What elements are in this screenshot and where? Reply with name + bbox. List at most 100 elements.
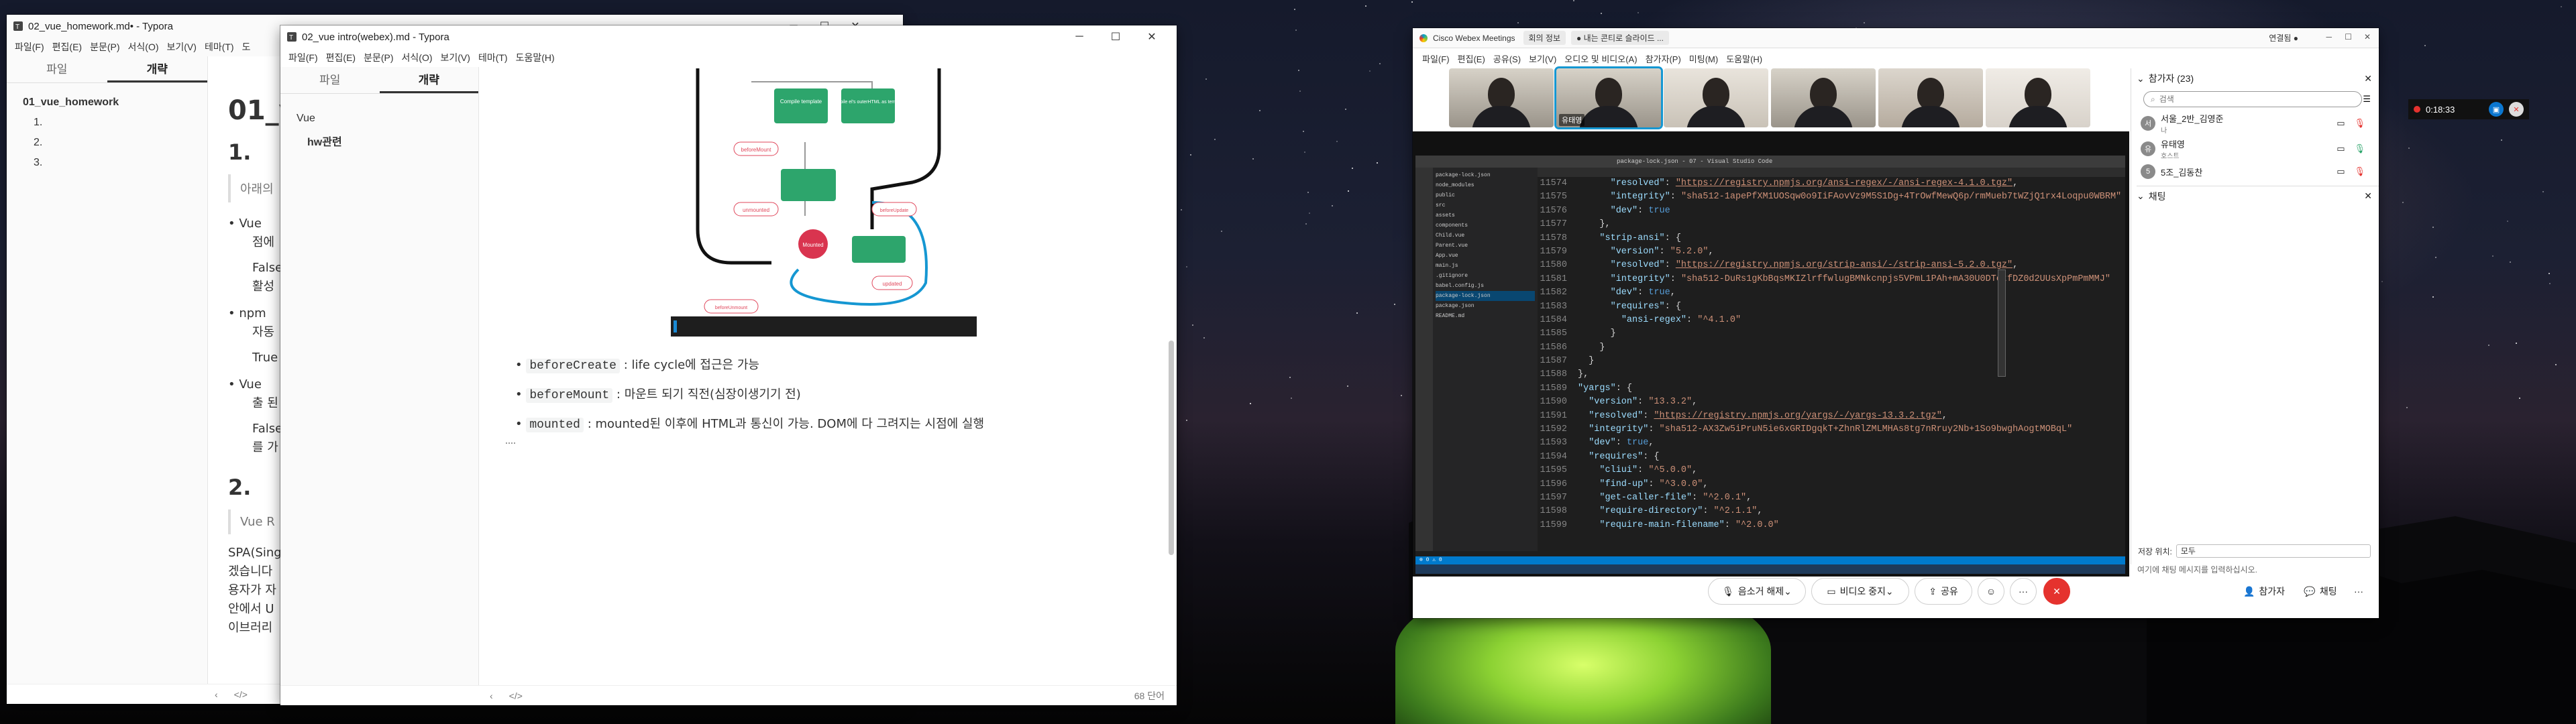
- explorer-item[interactable]: public: [1436, 190, 1535, 200]
- menu-view[interactable]: 보기(V): [163, 40, 201, 54]
- end-call-icon[interactable]: ✕: [2043, 578, 2070, 605]
- explorer-item[interactable]: package-lock.json: [1436, 291, 1535, 301]
- menu-paragraph[interactable]: 분문(P): [360, 51, 397, 64]
- minimize-icon[interactable]: ─: [2326, 32, 2332, 42]
- code-line[interactable]: 11598 "require-directory": "^2.1.1",: [1538, 506, 2125, 520]
- participant-row[interactable]: 5 5조_김동찬 ▭ 🎙: [2141, 162, 2365, 181]
- code-line[interactable]: 11591 "resolved": "https://registry.npmj…: [1538, 411, 2125, 424]
- code-line[interactable]: 11579 "version": "5.2.0",: [1538, 247, 2125, 260]
- code-line[interactable]: 11594 "requires": {: [1538, 452, 2125, 465]
- stop-video-button[interactable]: ▭ 비디오 중지 ⌄: [1811, 578, 1909, 605]
- outline-item[interactable]: 2.: [7, 133, 207, 153]
- outline-item[interactable]: Vue: [280, 109, 478, 129]
- maximize-icon[interactable]: ☐: [2345, 32, 2352, 42]
- code-line[interactable]: 11578 "strip-ansi": {: [1538, 233, 2125, 247]
- chat-recipient-select[interactable]: 모두: [2176, 544, 2371, 558]
- menu-help[interactable]: 도움말(H): [512, 51, 559, 64]
- code-line[interactable]: 11576 "dev": true: [1538, 206, 2125, 219]
- close-panel-icon[interactable]: ✕: [2364, 73, 2372, 84]
- menu-participant[interactable]: 참가자(P): [1642, 52, 1685, 65]
- meeting-info-tab[interactable]: 회의 정보: [1523, 31, 1566, 45]
- menu-meeting[interactable]: 미팅(M): [1685, 52, 1722, 65]
- tab-outline[interactable]: 개략: [107, 56, 207, 82]
- explorer-item[interactable]: src: [1436, 200, 1535, 210]
- collapse-icon[interactable]: ⌄: [2137, 73, 2145, 84]
- participants-button[interactable]: 👤 참가자: [2235, 578, 2293, 605]
- collapse-icon[interactable]: ⌄: [2137, 190, 2145, 202]
- menu-paragraph[interactable]: 분문(P): [86, 40, 123, 54]
- outline-item[interactable]: 01_vue_homework: [7, 93, 207, 113]
- connection-status[interactable]: 연결됨 ●: [2269, 32, 2298, 44]
- menu-audio-video[interactable]: 오디오 및 비디오(A): [1560, 52, 1641, 65]
- meeting-timer-bar[interactable]: 0:18:33 ▣ ✕: [2408, 99, 2529, 119]
- titlebar[interactable]: T 02_vue intro(webex).md - Typora: [280, 25, 1177, 48]
- explorer-item[interactable]: assets: [1436, 210, 1535, 221]
- code-line[interactable]: 11577 },: [1538, 219, 2125, 233]
- code-line[interactable]: 11588},: [1538, 369, 2125, 383]
- explorer-item[interactable]: main.js: [1436, 261, 1535, 271]
- explorer-item[interactable]: package.json: [1436, 301, 1535, 311]
- explorer-item[interactable]: babel.config.js: [1436, 281, 1535, 291]
- tab-files[interactable]: 파일: [7, 56, 107, 82]
- menu-format[interactable]: 서식(O): [124, 40, 163, 54]
- chevron-left-icon[interactable]: ‹: [215, 689, 218, 700]
- menu-theme[interactable]: 테마(T): [474, 51, 512, 64]
- more-icon[interactable]: ···: [2347, 578, 2371, 605]
- explorer-item[interactable]: components: [1436, 221, 1535, 231]
- outline-item[interactable]: 3.: [7, 153, 207, 173]
- video-thumbnail[interactable]: [1664, 68, 1768, 127]
- code-line[interactable]: 11584 "ansi-regex": "^4.1.0": [1538, 315, 2125, 328]
- video-thumbnail[interactable]: [1771, 68, 1876, 127]
- explorer-item[interactable]: Child.vue: [1436, 231, 1535, 241]
- code-line[interactable]: 11587 }: [1538, 356, 2125, 369]
- menu-view[interactable]: 보기(V): [1525, 52, 1560, 65]
- menu-view[interactable]: 보기(V): [437, 51, 474, 64]
- code-line[interactable]: 11583 "requires": {: [1538, 302, 2125, 315]
- mic-muted-icon[interactable]: ✕: [2509, 102, 2524, 117]
- participant-search[interactable]: ⌕: [2143, 91, 2362, 107]
- scrollbar[interactable]: [1169, 341, 1174, 555]
- minimize-icon[interactable]: ─: [1064, 25, 1095, 48]
- close-panel-icon[interactable]: ✕: [2364, 190, 2372, 202]
- video-thumbnail[interactable]: [1449, 68, 1554, 127]
- explorer-item[interactable]: README.md: [1436, 311, 1535, 321]
- outline-item[interactable]: 1.: [7, 113, 207, 133]
- word-count[interactable]: 68 단어: [1134, 689, 1165, 703]
- close-icon[interactable]: ✕: [2364, 32, 2371, 42]
- tab-files[interactable]: 파일: [280, 67, 380, 93]
- menu-edit[interactable]: 편집(E): [1454, 52, 1489, 65]
- reactions-icon[interactable]: ☺: [1978, 578, 2004, 605]
- code-line[interactable]: 11582 "dev": true,: [1538, 288, 2125, 301]
- code-line[interactable]: 11586 }: [1538, 343, 2125, 356]
- titlebar[interactable]: Cisco Webex Meetings 회의 정보 ● 내는 콘티로 슬라이드…: [1413, 28, 2379, 48]
- code-line[interactable]: 11599 "require-main-filename": "^2.0.0": [1538, 520, 2125, 534]
- explorer-item[interactable]: Parent.vue: [1436, 241, 1535, 251]
- explorer-item[interactable]: package-lock.json: [1436, 170, 1535, 180]
- video-thumbnail[interactable]: [1878, 68, 1983, 127]
- code-line[interactable]: 11595 "cliui": "^5.0.0",: [1538, 465, 2125, 479]
- explorer-item[interactable]: node_modules: [1436, 180, 1535, 190]
- menu-edit[interactable]: 편집(E): [48, 40, 86, 54]
- chevron-left-icon[interactable]: ‹: [490, 690, 493, 701]
- menu-format[interactable]: 서식(O): [398, 51, 437, 64]
- source-code-toggle[interactable]: </>: [234, 689, 248, 700]
- mute-button[interactable]: 🎙 음소거 해제 ⌄: [1708, 578, 1806, 605]
- video-thumbnail[interactable]: [1986, 68, 2090, 127]
- menu-theme[interactable]: 테마(T): [201, 40, 238, 54]
- code-line[interactable]: 11575 "integrity": "sha512-1apePfXM1UOSq…: [1538, 192, 2125, 205]
- code-line[interactable]: 11593 "dev": true,: [1538, 438, 2125, 451]
- code-line[interactable]: 11574 "resolved": "https://registry.npmj…: [1538, 178, 2125, 192]
- chat-input[interactable]: 여기에 채팅 메시지를 입력하십시오.: [2137, 563, 2365, 577]
- annotation-toolbar[interactable]: [1998, 269, 2006, 377]
- menu-edit[interactable]: 편집(E): [322, 51, 360, 64]
- maximize-icon[interactable]: ☐: [1100, 25, 1131, 48]
- share-icon[interactable]: ▣: [2489, 102, 2504, 117]
- share-button[interactable]: ⇪ 공유: [1915, 578, 1972, 605]
- menu-file[interactable]: 파일(F): [11, 40, 48, 54]
- code-line[interactable]: 11596 "find-up": "^3.0.0",: [1538, 479, 2125, 493]
- menu-help[interactable]: 도움말(H): [1722, 52, 1766, 65]
- code-line[interactable]: 11592 "integrity": "sha512-AX3Zw5iPruN5i…: [1538, 424, 2125, 438]
- code-line[interactable]: 11589 "yargs": {: [1538, 383, 2125, 397]
- close-icon[interactable]: ✕: [1136, 25, 1167, 48]
- menu-share[interactable]: 공유(S): [1489, 52, 1525, 65]
